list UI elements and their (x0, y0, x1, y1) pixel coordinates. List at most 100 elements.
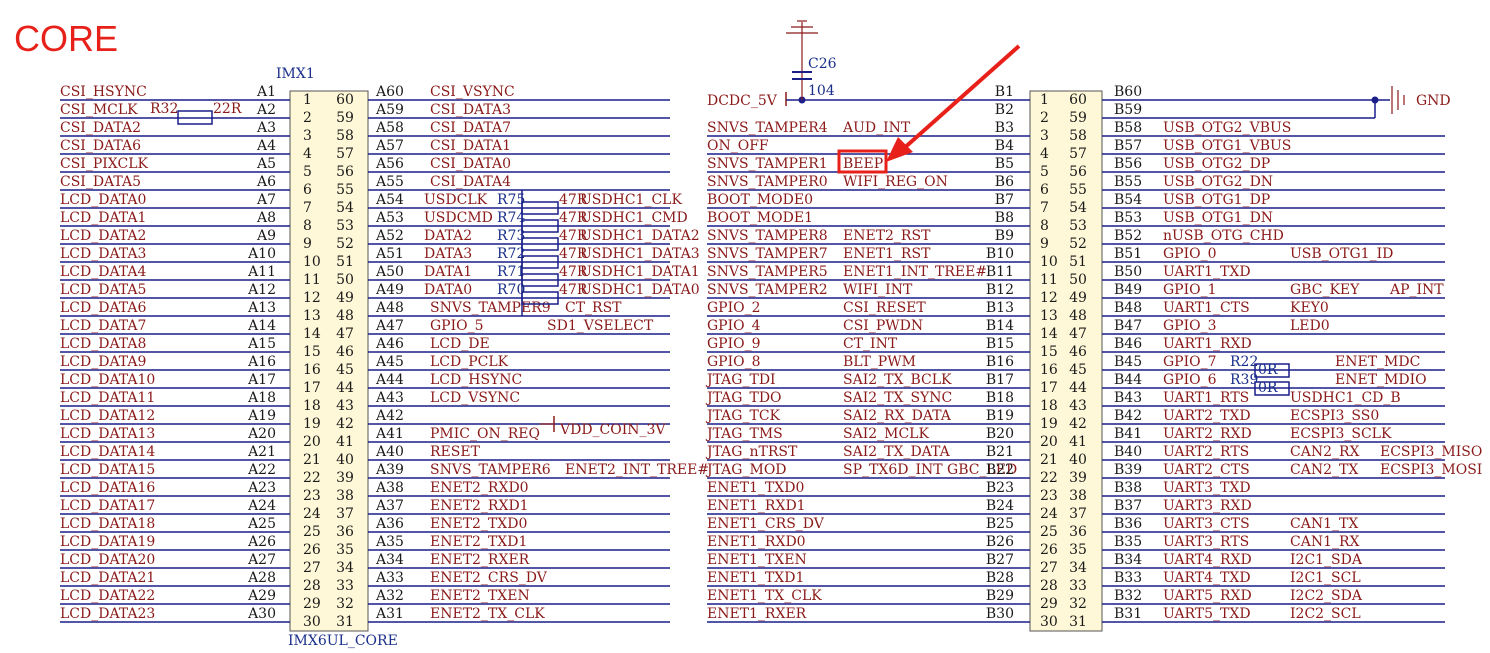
pin-number-left: 3 (1040, 128, 1049, 144)
net-label: LCD_DATA1 (60, 210, 146, 226)
pin-label: A57 (375, 138, 404, 154)
func-label: I2C2_SDA (1290, 588, 1363, 604)
net-label: UART1_CTS (1163, 300, 1250, 316)
net-label: LCD_DATA19 (60, 534, 155, 550)
pin-number-left: 15 (1040, 344, 1058, 360)
pin-label: B43 (1114, 390, 1142, 406)
resistor-ref: R73 (497, 228, 525, 244)
pin-label: B14 (986, 318, 1014, 334)
pin-label: B50 (1114, 264, 1142, 280)
pin-number-right: 55 (336, 182, 354, 198)
pin-number-right: 51 (1069, 254, 1087, 270)
net-label: LCD_DATA2 (60, 228, 146, 244)
pin-number-right: 40 (336, 452, 354, 468)
net-label: UART3_CTS (1163, 516, 1250, 532)
pin-number-right: 56 (336, 164, 354, 180)
pin-number-left: 20 (1040, 434, 1058, 450)
func-label: CAN2_RX (1290, 444, 1360, 460)
pin-number-left: 2 (1040, 110, 1049, 126)
func-label: ENET_MDIO (1335, 372, 1427, 388)
pin-label: A29 (247, 588, 276, 604)
pin-label: A38 (375, 480, 404, 496)
pin-number-left: 1 (1040, 92, 1049, 108)
net-label: SNVS_TAMPER4 (707, 120, 828, 136)
pin-label: B41 (1114, 426, 1142, 442)
net-label: UART1_TXD (1163, 264, 1251, 280)
net-label: RESET (430, 444, 481, 460)
net-label: GPIO_3 (1163, 318, 1217, 334)
pin-label: B60 (1114, 84, 1142, 100)
net-label: DATA2 (424, 228, 472, 244)
pin-label: B52 (1114, 228, 1142, 244)
pin-label: A49 (375, 282, 404, 298)
pin-number-right: 59 (1069, 110, 1087, 126)
net-label: LCD_DATA8 (60, 336, 146, 352)
pin-label: B49 (1114, 282, 1142, 298)
pin-number-left: 2 (303, 110, 312, 126)
pin-label: A46 (375, 336, 404, 352)
pin-number-left: 22 (1040, 470, 1058, 486)
pin-label: A41 (375, 426, 404, 442)
pin-number-left: 11 (303, 272, 321, 288)
pin-number-right: 36 (1069, 524, 1087, 540)
net-label: ON_OFF (707, 138, 769, 154)
pin-label: B34 (1114, 552, 1142, 568)
net-label: ENET2_CRS_DV (430, 570, 548, 586)
net-label: JTAG_TMS (705, 426, 783, 442)
resistor-ref: R70 (497, 282, 525, 298)
resistor-ref: R74 (497, 210, 525, 226)
pin-label: B44 (1114, 372, 1142, 388)
pin-number-left: 1 (303, 92, 312, 108)
pin-number-right: 58 (1069, 128, 1087, 144)
pin-number-right: 48 (1069, 308, 1087, 324)
net-label: UART2_TXD (1163, 408, 1251, 424)
pin-number-right: 37 (1069, 506, 1087, 522)
pin-number-right: 46 (336, 344, 354, 360)
net-label: SNVS_TAMPER8 (707, 228, 828, 244)
pin-number-right: 50 (336, 272, 354, 288)
net-label: CSI_DATA2 (60, 120, 141, 136)
pin-label: A59 (375, 102, 404, 118)
pin-label: A14 (247, 318, 276, 334)
net-label: LCD_VSYNC (430, 390, 520, 406)
pin-label: B47 (1114, 318, 1142, 334)
net-label: nUSB_OTG_CHD (1163, 228, 1284, 244)
pin-number-right: 45 (1069, 362, 1087, 378)
pin-label: A43 (375, 390, 404, 406)
net-label: USB_OTG2_VBUS (1163, 120, 1291, 136)
pin-label: B29 (986, 588, 1014, 604)
net-label: UART3_RXD (1163, 498, 1252, 514)
pin-number-left: 6 (1040, 182, 1049, 198)
pin-number-left: 10 (303, 254, 321, 270)
schematic-canvas: CORE IMX1 IMX6UL_CORE CSI_HSYNC A1 1 60CSI_… (14, 18, 1482, 649)
pin-label: A18 (247, 390, 276, 406)
net-label: GPIO_9 (707, 336, 761, 352)
pin-label: B27 (986, 552, 1014, 568)
pin-label: B53 (1114, 210, 1142, 226)
net-label: SNVS_TAMPER1 (707, 156, 828, 172)
resistor-value: 0R (1258, 380, 1278, 396)
pin-number-right: 47 (336, 326, 354, 342)
pin-number-right: 40 (1069, 452, 1087, 468)
net-label: USDHC1_DATA2 (580, 228, 700, 244)
net-label: ENET2_TXD1 (430, 534, 527, 550)
pin-label: B16 (986, 354, 1014, 370)
net-label: GPIO_1 (1163, 282, 1217, 298)
net-label: BOOT_MODE1 (707, 210, 813, 226)
net-label: LCD_DATA17 (60, 498, 155, 514)
pin-number-left: 30 (1040, 614, 1058, 630)
pin-number-right: 50 (1069, 272, 1087, 288)
net-label: LCD_DATA15 (60, 462, 155, 478)
resistor-value: 0R (1258, 362, 1278, 378)
pin-number-right: 60 (1069, 92, 1087, 108)
net-label: USDCMD (424, 210, 493, 226)
func-label: USDHC1_CD_B (1290, 390, 1401, 406)
pin-label: A26 (247, 534, 276, 550)
net-label: USDHC1_DATA3 (580, 246, 700, 262)
pin-number-right: 33 (336, 578, 354, 594)
net-label: LCD_DATA23 (60, 606, 155, 622)
net-label: LCD_DE (430, 336, 490, 352)
func-label: ECSPI3_MISO (1380, 444, 1482, 460)
net-label: USB_OTG1_DN (1163, 210, 1273, 226)
net-label: LCD_HSYNC (430, 372, 522, 388)
